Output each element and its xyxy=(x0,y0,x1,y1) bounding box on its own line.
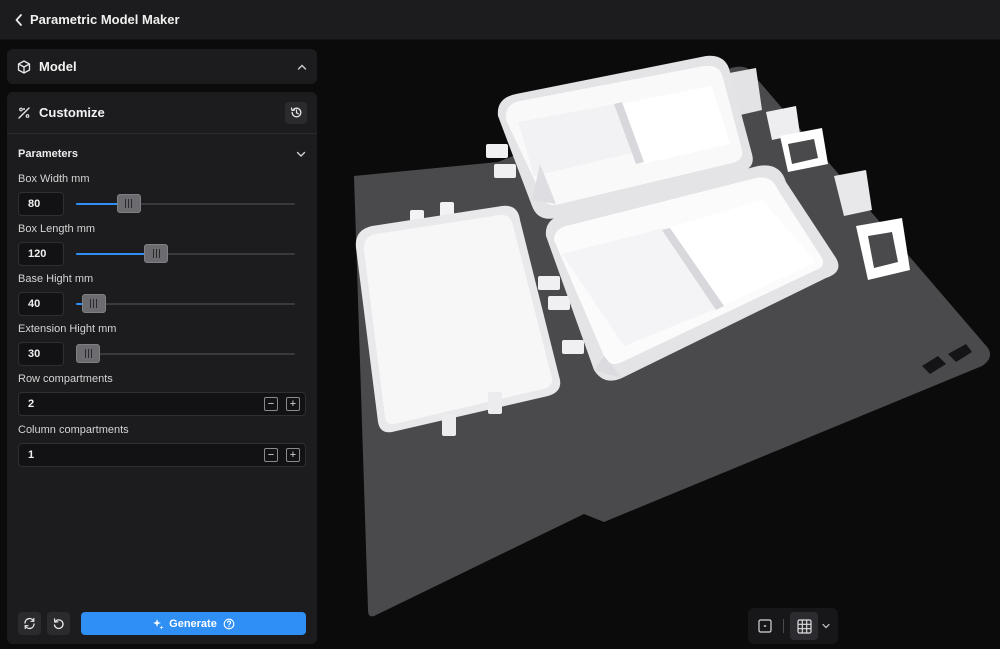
param-label: Base Hight mm xyxy=(18,273,94,285)
toolbar-divider xyxy=(783,619,784,633)
slider-thumb[interactable] xyxy=(144,244,169,263)
param-value-input[interactable]: 30 xyxy=(18,342,64,366)
slider-param: Extension Hight mm 30 xyxy=(7,322,317,366)
sync-icon xyxy=(24,617,35,630)
customize-panel-header: Customize xyxy=(7,92,317,134)
param-label: Column compartments xyxy=(18,424,129,436)
app-title: Parametric Model Maker xyxy=(30,12,180,27)
slider-track[interactable] xyxy=(76,194,295,213)
top-bar: Parametric Model Maker xyxy=(0,0,1000,40)
param-value-input[interactable]: 80 xyxy=(18,192,64,216)
model-panel-title: Model xyxy=(39,59,77,74)
model-panel-header[interactable]: Model xyxy=(7,49,317,84)
history-icon xyxy=(290,107,301,118)
slider-row: 40 xyxy=(18,292,306,316)
undo-button[interactable] xyxy=(47,612,70,635)
stepper-input[interactable]: 1 − + xyxy=(18,443,306,467)
generate-label: Generate xyxy=(169,617,217,630)
sparkle-icon xyxy=(153,618,164,629)
slider-track[interactable] xyxy=(76,244,295,263)
slider-thumb[interactable] xyxy=(76,344,100,363)
stepper-value: 2 xyxy=(28,398,35,410)
slider-thumb[interactable] xyxy=(116,194,141,213)
sync-button[interactable] xyxy=(18,612,41,635)
increment-button[interactable]: + xyxy=(286,397,300,411)
slider-param: Base Hight mm 40 xyxy=(7,272,317,316)
slider-row: 80 xyxy=(18,192,306,216)
back-button[interactable] xyxy=(12,12,26,28)
single-view-icon xyxy=(758,619,772,633)
param-value-input[interactable]: 120 xyxy=(18,242,64,266)
single-view-button[interactable] xyxy=(756,617,774,635)
help-icon[interactable] xyxy=(223,618,235,630)
chevron-up-icon[interactable] xyxy=(297,63,307,71)
slider-fill xyxy=(76,253,153,255)
slider-param: Box Width mm 80 xyxy=(7,172,317,216)
stepper-value: 1 xyxy=(28,449,35,461)
decrement-button[interactable]: − xyxy=(264,448,278,462)
history-button[interactable] xyxy=(285,101,307,124)
generate-button[interactable]: Generate xyxy=(81,612,306,635)
param-label: Row compartments xyxy=(18,373,113,385)
slider-track[interactable] xyxy=(76,294,295,313)
stepper-param: Row compartments 2 − + xyxy=(7,372,317,416)
grid-icon xyxy=(796,618,812,634)
slider-row: 30 xyxy=(18,342,306,366)
slider-row: 120 xyxy=(18,242,306,266)
model-viewport[interactable] xyxy=(326,40,1000,649)
param-value-input[interactable]: 40 xyxy=(18,292,64,316)
view-options-dropdown[interactable] xyxy=(820,617,832,635)
wand-icon xyxy=(18,106,30,119)
decrement-button[interactable]: − xyxy=(264,397,278,411)
slider-track[interactable] xyxy=(76,344,295,363)
chevron-down-icon[interactable] xyxy=(296,150,306,158)
slider-fill xyxy=(76,203,122,205)
customize-panel: Customize Parameters Box Width mm 80 Box L… xyxy=(7,92,317,644)
slider-thumb[interactable] xyxy=(81,294,106,313)
param-label: Box Width mm xyxy=(18,173,90,185)
view-toolbar xyxy=(748,608,838,644)
customize-panel-title: Customize xyxy=(39,105,105,120)
param-label: Box Length mm xyxy=(18,223,96,235)
parameters-section-header[interactable]: Parameters xyxy=(7,136,317,172)
stepper-param: Column compartments 1 − + xyxy=(7,423,317,467)
slider-param: Box Length mm 120 xyxy=(7,222,317,266)
footer-actions: Generate xyxy=(18,612,306,635)
chevron-down-icon xyxy=(822,623,830,629)
slider-parameters: Box Width mm 80 Box Length mm 120 Base Hight… xyxy=(7,172,317,366)
cube-icon xyxy=(17,59,31,74)
stepper-input[interactable]: 2 − + xyxy=(18,392,306,416)
param-label: Extension Hight mm xyxy=(18,323,117,335)
parameters-section-title: Parameters xyxy=(18,148,78,160)
undo-icon xyxy=(53,618,64,630)
stepper-parameters: Row compartments 2− + Column compartments 1−… xyxy=(7,372,317,467)
grid-view-button[interactable] xyxy=(790,612,818,640)
chevron-left-icon xyxy=(15,13,22,26)
increment-button[interactable]: + xyxy=(286,448,300,462)
